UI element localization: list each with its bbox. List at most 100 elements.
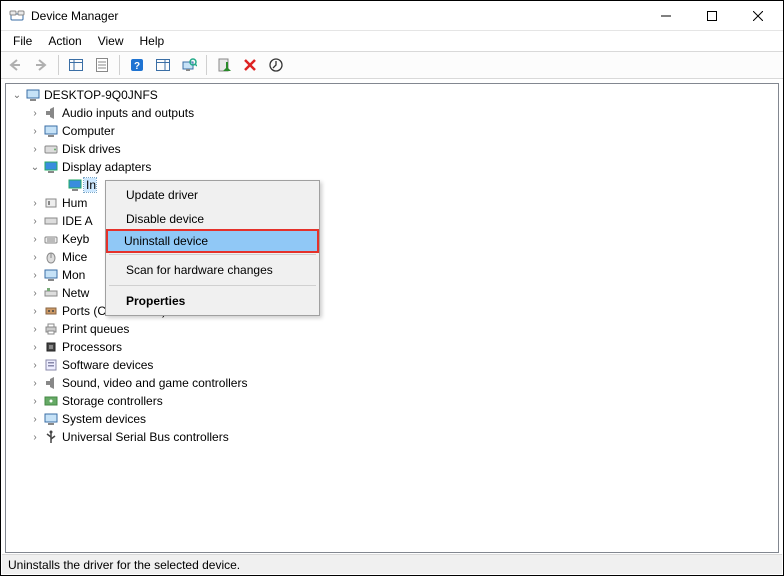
tree-item-computer[interactable]: › Computer (6, 122, 778, 140)
uninstall-device-button[interactable] (238, 53, 262, 77)
tree-item-disk-drives[interactable]: › Disk drives (6, 140, 778, 158)
minimize-button[interactable] (643, 1, 689, 31)
menubar: File Action View Help (1, 31, 783, 51)
tree-item-label: Keyb (60, 232, 89, 246)
statusbar: Uninstalls the driver for the selected d… (2, 554, 782, 574)
window-controls (643, 1, 781, 31)
window-title: Device Manager (31, 9, 643, 23)
tree-root[interactable]: ⌄ DESKTOP-9Q0JNFS (6, 86, 778, 104)
tree-item-storage-controllers[interactable]: › Storage controllers (6, 392, 778, 410)
chevron-right-icon[interactable]: › (28, 108, 42, 119)
ide-icon (42, 213, 60, 229)
ctx-uninstall-device[interactable]: Uninstall device (106, 229, 319, 253)
tree-item-label: Mon (60, 268, 85, 282)
chevron-right-icon[interactable]: › (28, 432, 42, 443)
help-button[interactable]: ? (125, 53, 149, 77)
tree-item-sound-video[interactable]: › Sound, video and game controllers (6, 374, 778, 392)
device-manager-icon (9, 8, 25, 24)
menu-help[interactable]: Help (132, 32, 173, 50)
tree-item-print-queues[interactable]: › Print queues (6, 320, 778, 338)
chevron-down-icon[interactable]: ⌄ (10, 90, 24, 101)
printer-icon (42, 321, 60, 337)
usb-icon (42, 429, 60, 445)
tree-item-software-devices[interactable]: › Software devices (6, 356, 778, 374)
ctx-properties[interactable]: Properties (108, 289, 317, 313)
chevron-right-icon[interactable]: › (28, 360, 42, 371)
chevron-right-icon[interactable]: › (28, 288, 42, 299)
ctx-separator (109, 254, 316, 255)
tree-item-label: System devices (60, 412, 146, 426)
chevron-right-icon[interactable]: › (28, 324, 42, 335)
ctx-separator (109, 285, 316, 286)
disk-icon (42, 141, 60, 157)
close-button[interactable] (735, 1, 781, 31)
software-icon (42, 357, 60, 373)
monitor-icon (42, 267, 60, 283)
chevron-right-icon[interactable]: › (28, 306, 42, 317)
chevron-right-icon[interactable]: › (28, 126, 42, 137)
svg-text:?: ? (134, 61, 140, 72)
show-hide-tree-button[interactable] (64, 53, 88, 77)
tree-item-system-devices[interactable]: › System devices (6, 410, 778, 428)
toolbar-separator (119, 55, 120, 75)
tree-item-label: Display adapters (60, 160, 151, 174)
chevron-right-icon[interactable]: › (28, 342, 42, 353)
system-icon (42, 411, 60, 427)
tree-item-label: Computer (60, 124, 115, 138)
chevron-right-icon[interactable]: › (28, 216, 42, 227)
tree-item-label: Netw (60, 286, 89, 300)
properties-button[interactable] (90, 53, 114, 77)
network-icon (42, 285, 60, 301)
audio-icon (42, 105, 60, 121)
context-menu: Update driver Disable device Uninstall d… (105, 180, 320, 316)
computer-icon (24, 87, 42, 103)
device-tree[interactable]: ⌄ DESKTOP-9Q0JNFS › Audio inputs and out… (5, 83, 779, 553)
chevron-right-icon[interactable]: › (28, 378, 42, 389)
chevron-right-icon[interactable]: › (28, 396, 42, 407)
tree-item-label: IDE A (60, 214, 93, 228)
tree-item-label: DESKTOP-9Q0JNFS (42, 88, 158, 102)
ctx-scan-hardware[interactable]: Scan for hardware changes (108, 258, 317, 282)
tree-item-audio[interactable]: › Audio inputs and outputs (6, 104, 778, 122)
tree-item-label: Software devices (60, 358, 153, 372)
tree-item-label: Disk drives (60, 142, 121, 156)
chevron-right-icon[interactable]: › (28, 234, 42, 245)
chevron-right-icon[interactable]: › (28, 198, 42, 209)
chevron-right-icon[interactable]: › (28, 144, 42, 155)
tree-item-display-adapters[interactable]: ⌄ Display adapters (6, 158, 778, 176)
hid-icon (42, 195, 60, 211)
sound-icon (42, 375, 60, 391)
chevron-down-icon[interactable]: ⌄ (28, 162, 42, 173)
menu-action[interactable]: Action (40, 32, 89, 50)
action-pane-button[interactable] (151, 53, 175, 77)
tree-item-label: Sound, video and game controllers (60, 376, 247, 390)
toolbar: ? (1, 51, 783, 79)
toolbar-separator (206, 55, 207, 75)
mouse-icon (42, 249, 60, 265)
update-driver-button[interactable] (264, 53, 288, 77)
display-adapter-icon (42, 159, 60, 175)
ports-icon (42, 303, 60, 319)
chevron-right-icon[interactable]: › (28, 414, 42, 425)
back-button (3, 53, 27, 77)
titlebar: Device Manager (1, 1, 783, 31)
processor-icon (42, 339, 60, 355)
maximize-button[interactable] (689, 1, 735, 31)
ctx-update-driver[interactable]: Update driver (108, 183, 317, 207)
tree-item-label: Universal Serial Bus controllers (60, 430, 229, 444)
tree-item-label: In (84, 178, 96, 192)
ctx-disable-device[interactable]: Disable device (108, 207, 317, 231)
forward-button (29, 53, 53, 77)
statusbar-text: Uninstalls the driver for the selected d… (8, 558, 240, 572)
menu-file[interactable]: File (5, 32, 40, 50)
tree-item-label: Print queues (60, 322, 129, 336)
tree-item-usb-controllers[interactable]: › Universal Serial Bus controllers (6, 428, 778, 446)
scan-hardware-button[interactable] (177, 53, 201, 77)
storage-icon (42, 393, 60, 409)
tree-item-label: Storage controllers (60, 394, 163, 408)
enable-device-button[interactable] (212, 53, 236, 77)
menu-view[interactable]: View (90, 32, 132, 50)
chevron-right-icon[interactable]: › (28, 252, 42, 263)
tree-item-processors[interactable]: › Processors (6, 338, 778, 356)
chevron-right-icon[interactable]: › (28, 270, 42, 281)
